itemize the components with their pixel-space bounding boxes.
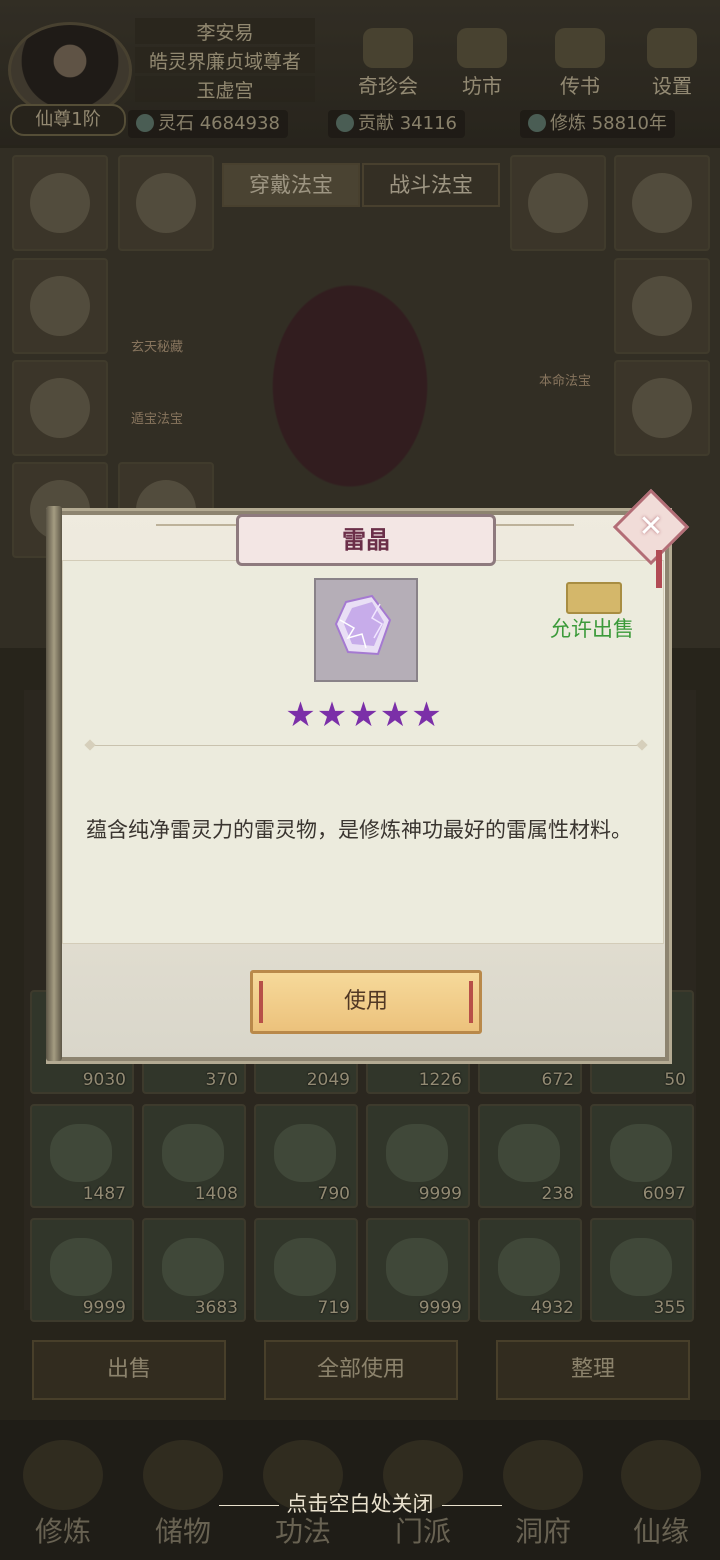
use-button[interactable]: 使用 <box>250 970 482 1034</box>
section-divider <box>90 745 642 746</box>
hint-divider <box>441 1504 502 1506</box>
sell-status: 允许出售 <box>550 617 634 641</box>
item-title: 雷晶 <box>236 514 496 566</box>
thunder-crystal-icon <box>334 594 392 656</box>
hint-divider <box>218 1504 279 1506</box>
scroll-rod <box>46 506 62 1061</box>
close-hint-text: 点击空白处关闭 <box>286 1492 434 1516</box>
sellable-icon <box>566 582 622 614</box>
title-ornament-line <box>490 524 574 526</box>
star-rating: ★★★★★ <box>285 695 443 735</box>
close-icon: ✕ <box>638 509 664 544</box>
item-description: 蕴含纯净雷灵力的雷灵物，是修炼神功最好的雷属性材料。 <box>86 818 632 842</box>
title-ornament-line <box>156 524 236 526</box>
tassel-decoration <box>656 550 662 588</box>
close-hint: 点击空白处关闭 <box>0 1488 720 1518</box>
